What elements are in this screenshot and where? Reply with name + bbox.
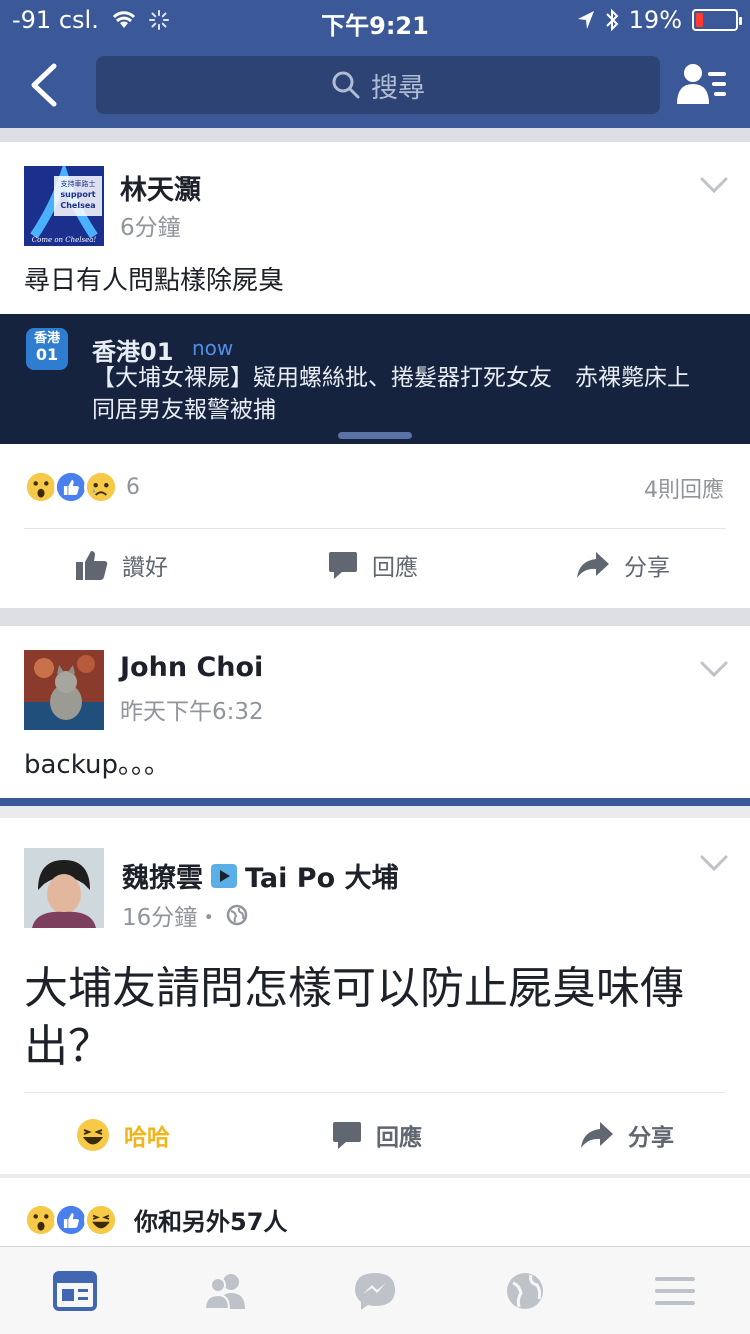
svg-text:Chelsea: Chelsea — [60, 201, 95, 210]
share-button[interactable]: 分享 — [576, 548, 670, 582]
screenshot-gap — [0, 806, 750, 818]
like-label: 讚好 — [122, 555, 168, 581]
shared-time-row: 16分鐘・ — [122, 898, 248, 932]
comment-button: 回應 — [332, 1118, 422, 1152]
battery-icon — [692, 9, 742, 31]
messenger-icon[interactable] — [353, 1271, 397, 1311]
chevron-down-icon[interactable] — [700, 176, 728, 194]
haha-reaction-icon — [77, 1119, 109, 1151]
like-reaction-icon — [54, 1202, 88, 1237]
search-row: 搜尋 — [0, 48, 750, 122]
shared-post-text: 大埔友請問怎樣可以防止屍臭味傳出？ — [24, 963, 684, 1072]
comment-bubble-icon — [333, 1122, 361, 1149]
news-feed-icon[interactable] — [53, 1271, 97, 1311]
wow-reaction-icon — [24, 470, 58, 504]
notification-time: now — [192, 336, 234, 360]
like-reaction-icon — [54, 470, 88, 504]
post-author[interactable]: 林天灝 — [120, 168, 201, 207]
back-arrow-icon[interactable] — [26, 62, 66, 108]
person-photo-avatar — [24, 848, 104, 928]
shared-group: Tai Po 大埔 — [245, 863, 399, 894]
notification-handle — [338, 432, 412, 439]
share-label: 分享 — [628, 1125, 674, 1151]
globe-icon — [227, 904, 248, 926]
comment-label: 回應 — [376, 1125, 422, 1151]
post-author[interactable]: John Choi — [120, 652, 263, 683]
shared-author: 魏撩雲 — [122, 863, 203, 894]
svg-text:support: support — [60, 190, 95, 199]
share-arrow-icon — [581, 1122, 613, 1148]
comment-bubble-icon — [329, 552, 357, 579]
haha-label: 哈哈 — [124, 1125, 170, 1151]
avatar[interactable]: 支持車路士 support Chelsea Come on Chelsea! — [24, 166, 104, 246]
reactions-summary[interactable]: 6 — [24, 470, 140, 504]
haha-button: 哈哈 — [76, 1118, 170, 1152]
wow-reaction-icon — [24, 1202, 58, 1237]
comment-button[interactable]: 回應 — [328, 548, 418, 582]
shared-post-header: 魏撩雲 Tai Po 大埔 — [122, 856, 399, 895]
top-navigation-bar: -91 csl. 下午9:21 19% 搜尋 — [0, 0, 750, 128]
thumbs-up-icon — [76, 551, 108, 580]
search-icon — [332, 71, 360, 99]
post-card: 支持車路士 support Chelsea Come on Chelsea! 林… — [0, 142, 750, 608]
haha-reaction-icon — [84, 1202, 118, 1237]
notification-message: 【大埔女裸屍】疑用螺絲批、捲髮器打死女友 赤裸斃床上 同居男友報警被捕 — [92, 365, 713, 423]
screenshot-top-edge — [0, 798, 750, 806]
like-button[interactable]: 讚好 — [76, 548, 168, 582]
chevron-down-icon — [700, 855, 728, 872]
shared-reactions-summary: 你和另外57人 — [24, 1202, 287, 1237]
shared-reactions-text: 你和另外57人 — [134, 1208, 288, 1236]
status-right: 19% — [577, 6, 742, 34]
cat-photo-avatar — [24, 650, 104, 730]
bottom-tab-bar — [0, 1246, 750, 1334]
play-triangle-icon — [211, 863, 237, 888]
svg-text:Come on Chelsea!: Come on Chelsea! — [32, 236, 97, 244]
share-arrow-icon — [577, 552, 609, 578]
share-label: 分享 — [624, 555, 670, 581]
svg-text:支持車路士: 支持車路士 — [61, 179, 96, 188]
avatar — [24, 848, 104, 928]
divider — [24, 528, 726, 529]
friend-requests-icon[interactable] — [676, 62, 728, 106]
post-time[interactable]: 昨天下午6:32 — [120, 692, 264, 726]
shared-time: 16分鐘・ — [122, 905, 221, 931]
post-text: 尋日有人問點樣除屍臭 — [24, 266, 285, 296]
notifications-globe-icon[interactable] — [503, 1271, 547, 1311]
embedded-notification-image[interactable]: 香港 01 香港01 now 【大埔女裸屍】疑用螺絲批、捲髮器打死女友 赤裸斃床… — [0, 314, 750, 444]
post-text: backup。。。 — [24, 750, 170, 780]
hk01-app-icon: 香港 01 — [26, 328, 68, 370]
post-actions: 讚好 回應 分享 — [0, 534, 750, 604]
comment-label: 回應 — [372, 555, 418, 581]
post-time[interactable]: 6分鐘 — [120, 208, 181, 242]
search-input[interactable]: 搜尋 — [96, 56, 660, 114]
battery-percent: 19% — [628, 6, 682, 34]
shared-actions: 哈哈 回應 分享 — [0, 1102, 750, 1172]
divider — [24, 1092, 726, 1093]
reaction-count: 6 — [126, 474, 140, 500]
sad-reaction-icon — [84, 470, 118, 504]
chevron-down-icon[interactable] — [700, 660, 728, 678]
location-arrow-icon — [577, 11, 594, 29]
menu-icon[interactable] — [653, 1271, 697, 1311]
chelsea-ribbon-avatar: 支持車路士 support Chelsea Come on Chelsea! — [24, 166, 104, 246]
share-button: 分享 — [580, 1118, 674, 1152]
divider — [0, 1174, 750, 1178]
avatar[interactable] — [24, 650, 104, 730]
shared-screenshot-image[interactable]: 魏撩雲 Tai Po 大埔 16分鐘・ 大埔友請問怎樣可以防止屍臭味傳出？ 哈哈 — [0, 818, 750, 1248]
comments-count[interactable]: 4則回應 — [644, 472, 724, 504]
search-placeholder: 搜尋 — [371, 72, 425, 104]
friends-icon[interactable] — [203, 1271, 247, 1311]
bluetooth-icon — [605, 8, 619, 32]
status-bar: -91 csl. 下午9:21 19% — [0, 0, 750, 40]
